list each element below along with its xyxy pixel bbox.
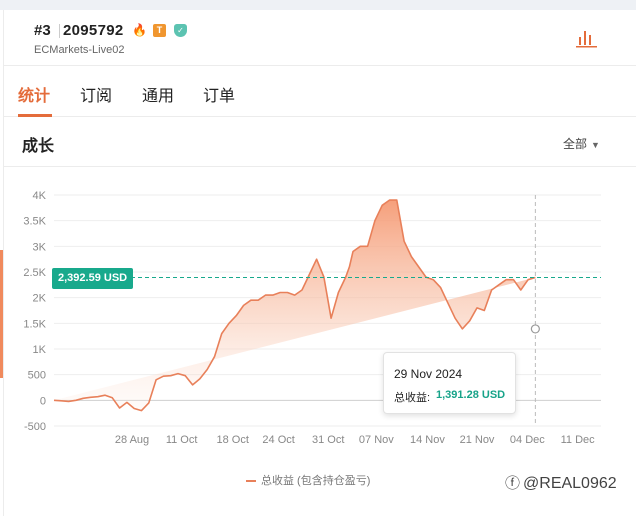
- y-tick-label: 2K: [33, 293, 47, 305]
- x-tick-label: 11 Oct: [166, 434, 198, 446]
- x-tick-label: 14 Nov: [410, 434, 445, 446]
- tab-bar: 统计 订阅 通用 订单: [4, 66, 636, 117]
- y-tick-label: 4K: [33, 190, 47, 202]
- x-tick-label: 24 Oct: [262, 434, 294, 446]
- chart-legend[interactable]: 总收益 (包含持仓盈亏): [246, 472, 370, 488]
- x-tick-label: 31 Oct: [312, 434, 344, 446]
- legend-label: 总收益 (包含持仓盈亏): [261, 475, 371, 487]
- tooltip-label: 总收益:: [394, 392, 431, 404]
- growth-chart-svg: 4K 3.5K 3K 2.5K 2K 1.5K 1K 500 0 -500 28 Aug 11 Oct…: [23, 190, 601, 446]
- account-server: ECMarkets-Live02: [34, 44, 125, 56]
- y-tick-label: 1K: [33, 344, 47, 356]
- y-tick-label: 1.5K: [23, 318, 46, 330]
- account-header: #3 2095792 🔥 T ✓ ECMarkets-Live02: [4, 10, 636, 66]
- current-value-badge: 2,392.59 USD: [52, 268, 134, 289]
- tab-subscription[interactable]: 订阅: [80, 82, 112, 106]
- y-tick-label: 2.5K: [23, 267, 46, 279]
- x-tick-label: 18 Oct: [216, 434, 248, 446]
- fire-badge-icon: 🔥: [132, 23, 147, 37]
- watermark-text: @REAL0962: [523, 475, 617, 492]
- y-tick-label: 3.5K: [23, 216, 46, 228]
- account-id: 2095792: [63, 22, 124, 39]
- x-tick-label: 28 Aug: [115, 434, 149, 446]
- rank-divider: [59, 24, 60, 38]
- chart-tooltip: 29 Nov 2024 总收益: 1,391.28 USD: [383, 352, 516, 414]
- account-rank: #3: [34, 22, 51, 39]
- range-dropdown[interactable]: 全部 ▼: [563, 135, 600, 152]
- verified-shield-icon: ✓: [174, 24, 187, 37]
- tab-general[interactable]: 通用: [142, 82, 174, 106]
- left-scroll-indicator[interactable]: [0, 250, 3, 378]
- watermark: ⓕ @REAL0962: [505, 472, 617, 493]
- growth-chart[interactable]: 4K 3.5K 3K 2.5K 2K 1.5K 1K 500 0 -500 28 Aug 11 Oct…: [4, 167, 636, 516]
- x-tick-label: 07 Nov: [359, 434, 394, 446]
- highlight-point: [530, 324, 540, 334]
- bar-chart-icon[interactable]: [576, 28, 598, 48]
- section-title: 成长: [22, 138, 55, 155]
- active-tab-indicator: [18, 114, 52, 117]
- range-dropdown-label: 全部: [563, 137, 588, 151]
- top-strip: [0, 0, 636, 10]
- y-tick-label: -500: [24, 421, 46, 433]
- tooltip-date: 29 Nov 2024: [394, 367, 463, 381]
- y-tick-label: 3K: [33, 241, 47, 253]
- x-tick-label: 21 Nov: [460, 434, 495, 446]
- legend-swatch: [246, 480, 256, 483]
- y-tick-label: 0: [40, 395, 46, 407]
- x-tick-label: 11 Dec: [561, 434, 596, 446]
- tab-orders[interactable]: 订单: [203, 82, 235, 106]
- trader-badge-icon: T: [153, 24, 166, 37]
- chevron-down-icon: ▼: [591, 140, 600, 150]
- x-tick-label: 04 Dec: [510, 434, 545, 446]
- tooltip-value: 1,391.28 USD: [436, 389, 506, 401]
- zhihu-logo-icon: ⓕ: [505, 475, 521, 492]
- tab-statistics[interactable]: 统计: [18, 82, 50, 106]
- y-tick-label: 500: [28, 370, 46, 382]
